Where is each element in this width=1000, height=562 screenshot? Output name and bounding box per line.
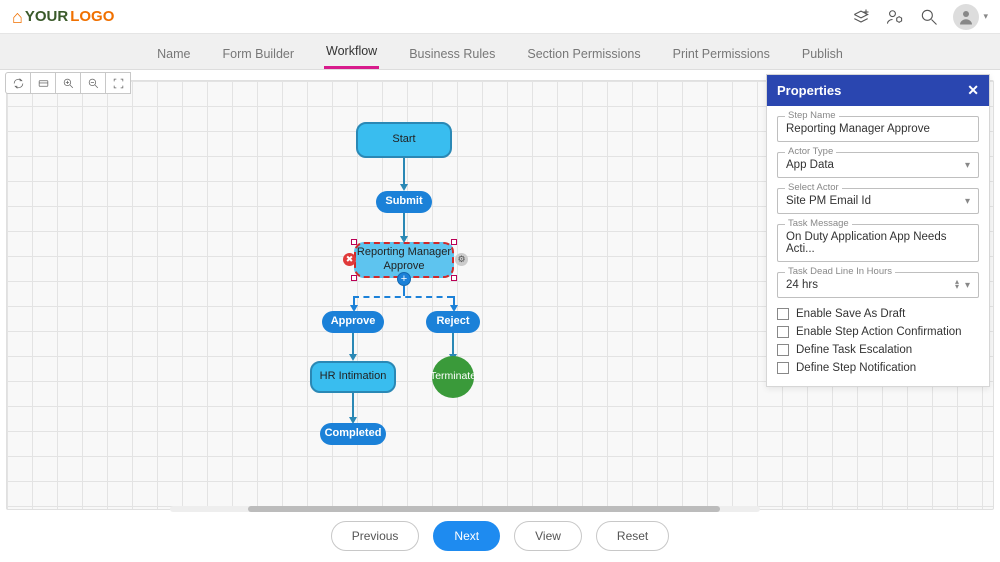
task-deadline-stepper[interactable]: Task Dead Line In Hours 24 hrs ▴▾ ▾ [777, 272, 979, 298]
tab-name[interactable]: Name [155, 39, 192, 69]
node-start[interactable]: Start [356, 122, 452, 158]
chevron-down-icon: ▾ [965, 196, 970, 207]
user-avatar[interactable] [953, 4, 979, 30]
check-label: Define Step Notification [796, 362, 916, 374]
view-button[interactable]: View [514, 521, 582, 551]
footer: Previous Next View Reset [0, 516, 1000, 556]
logo-part-1: YOUR [25, 8, 68, 25]
task-deadline-value: 24 hrs [786, 279, 818, 291]
arrowhead-icon [400, 184, 408, 191]
reset-button[interactable]: Reset [596, 521, 669, 551]
logo-part-2: LOGO [70, 8, 114, 25]
layers-icon[interactable] [851, 7, 871, 27]
previous-button[interactable]: Previous [331, 521, 420, 551]
checkbox-icon [777, 308, 789, 320]
checkbox-icon [777, 362, 789, 374]
search-icon[interactable] [919, 7, 939, 27]
select-actor-value: Site PM Email Id [786, 195, 871, 207]
user-settings-icon[interactable] [885, 7, 905, 27]
edge-split-h [353, 296, 453, 298]
task-message-label: Task Message [785, 218, 852, 229]
resize-handle[interactable] [351, 239, 357, 245]
tab-section-permissions[interactable]: Section Permissions [525, 39, 642, 69]
tab-workflow[interactable]: Workflow [324, 36, 379, 69]
stepper-down-icon[interactable]: ▾ [955, 285, 959, 290]
check-label: Enable Step Action Confirmation [796, 326, 962, 338]
select-actor-select[interactable]: Select Actor Site PM Email Id ▾ [777, 188, 979, 214]
scrollbar-thumb[interactable] [248, 506, 720, 512]
zoom-in-button[interactable] [55, 72, 81, 94]
canvas-toolbar [6, 72, 131, 94]
checkbox-icon [777, 344, 789, 356]
check-define-task-escalation[interactable]: Define Task Escalation [777, 344, 979, 356]
logo: ⌂ YOUR LOGO [12, 8, 114, 25]
tab-form-builder[interactable]: Form Builder [220, 39, 296, 69]
edge-approve-hr [352, 333, 354, 354]
resize-handle[interactable] [451, 239, 457, 245]
edge-hr-completed [352, 393, 354, 417]
add-branch-icon[interactable]: + [397, 272, 411, 286]
task-message-field[interactable]: Task Message On Duty Application App Nee… [777, 224, 979, 262]
pan-button[interactable] [30, 72, 56, 94]
tab-business-rules[interactable]: Business Rules [407, 39, 497, 69]
refresh-button[interactable] [5, 72, 31, 94]
check-define-step-notification[interactable]: Define Step Notification [777, 362, 979, 374]
check-label: Enable Save As Draft [796, 308, 905, 320]
check-enable-step-action-confirmation[interactable]: Enable Step Action Confirmation [777, 326, 979, 338]
avatar-chevron-down-icon[interactable]: ▾ [983, 11, 988, 22]
node-submit[interactable]: Submit [376, 191, 432, 213]
chevron-down-icon: ▾ [965, 160, 970, 171]
horizontal-scrollbar[interactable] [170, 506, 760, 512]
node-terminate[interactable]: Terminate [432, 356, 474, 398]
step-name-label: Step Name [785, 110, 839, 121]
tab-print-permissions[interactable]: Print Permissions [671, 39, 772, 69]
zoom-out-button[interactable] [80, 72, 106, 94]
delete-node-icon[interactable]: ✖ [343, 253, 356, 266]
step-name-field[interactable]: Step Name Reporting Manager Approve [777, 116, 979, 142]
select-actor-label: Select Actor [785, 182, 842, 193]
check-enable-save-as-draft[interactable]: Enable Save As Draft [777, 308, 979, 320]
actor-type-select[interactable]: Actor Type App Data ▾ [777, 152, 979, 178]
step-name-value: Reporting Manager Approve [786, 123, 930, 135]
fit-screen-button[interactable] [105, 72, 131, 94]
node-hr-intimation[interactable]: HR Intimation [310, 361, 396, 393]
close-properties-icon[interactable]: ✕ [967, 82, 979, 99]
properties-title: Properties [777, 83, 841, 98]
node-approve[interactable]: Approve [322, 311, 384, 333]
edge-submit-rma [403, 213, 405, 236]
tab-publish[interactable]: Publish [800, 39, 845, 69]
node-settings-icon[interactable]: ⚙ [455, 253, 468, 266]
tab-bar: Name Form Builder Workflow Business Rule… [0, 34, 1000, 70]
arrowhead-icon [349, 354, 357, 361]
task-deadline-label: Task Dead Line In Hours [785, 266, 895, 277]
checkbox-icon [777, 326, 789, 338]
resize-handle[interactable] [451, 275, 457, 281]
resize-handle[interactable] [351, 275, 357, 281]
next-button[interactable]: Next [433, 521, 500, 551]
node-reject[interactable]: Reject [426, 311, 480, 333]
node-completed[interactable]: Completed [320, 423, 386, 445]
actor-type-value: App Data [786, 159, 834, 171]
edge-rma-split [403, 286, 405, 296]
chevron-down-icon: ▾ [965, 280, 970, 291]
edge-reject-terminate [452, 333, 454, 354]
properties-panel: Properties ✕ Step Name Reporting Manager… [766, 74, 990, 387]
edge-start-submit [403, 158, 405, 184]
task-message-value: On Duty Application App Needs Acti... [786, 231, 970, 255]
check-label: Define Task Escalation [796, 344, 912, 356]
actor-type-label: Actor Type [785, 146, 836, 157]
